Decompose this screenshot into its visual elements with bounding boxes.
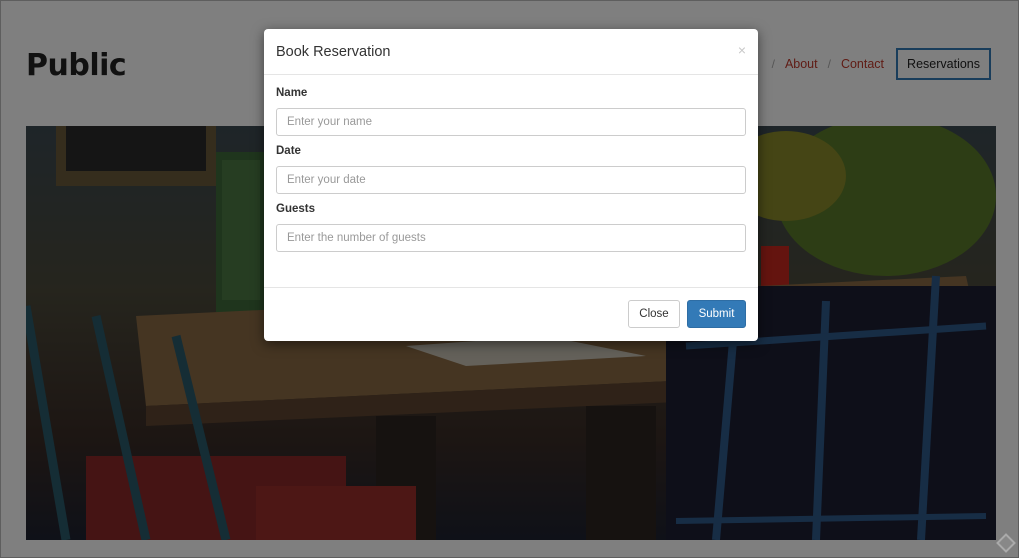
date-input[interactable] [276,166,746,194]
modal-footer: Close Submit [264,287,758,341]
modal-body: Name Date Guests [264,75,758,252]
guests-label: Guests [276,203,315,215]
modal-title: Book Reservation [276,44,391,60]
modal-header: Book Reservation × [264,29,758,75]
submit-button[interactable]: Submit [687,300,746,328]
guests-input[interactable] [276,224,746,252]
date-label: Date [276,145,301,157]
guests-form-group: Guests [276,203,746,252]
reservation-modal: Book Reservation × Name Date Guests Clos… [264,29,758,341]
name-input[interactable] [276,108,746,136]
close-icon[interactable]: × [738,42,746,58]
close-button[interactable]: Close [628,300,680,328]
date-form-group: Date [276,145,746,194]
name-form-group: Name [276,87,746,136]
name-label: Name [276,87,308,99]
